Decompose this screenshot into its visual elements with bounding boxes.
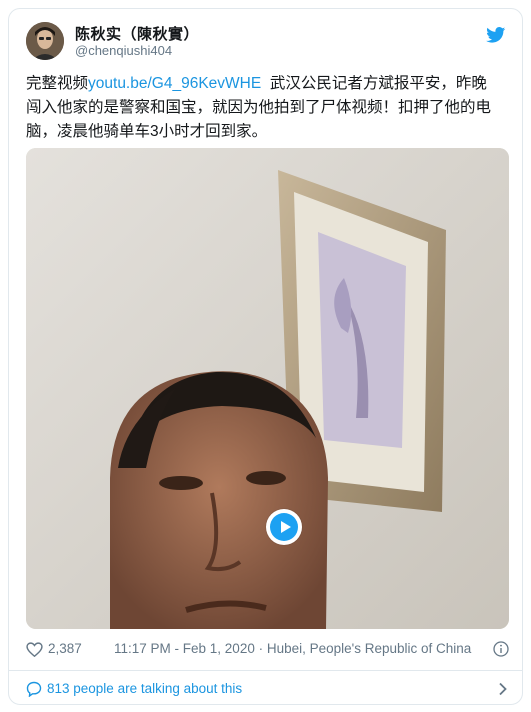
timestamp-location[interactable]: 11:17 PM - Feb 1, 2020 · Hubei, People's… <box>114 641 471 656</box>
tweet-text-line3: 脑，凌晨他骑单车3小时才回到家。 <box>26 123 268 140</box>
divider <box>9 670 522 671</box>
tweet-link[interactable]: youtu.be/G4_96KevWHE <box>88 75 261 92</box>
avatar[interactable] <box>26 22 64 60</box>
twitter-bird-icon[interactable] <box>486 27 506 43</box>
heart-icon[interactable] <box>26 642 43 660</box>
conversation-link[interactable]: 813 people are talking about this <box>26 679 510 701</box>
tweet-text-line2: 闯入他家的是警察和国宝，就因为他拍到了尸体视频！扣押了他的电 <box>26 99 492 116</box>
tweet-text: 完整视频youtu.be/G4_96KevWHE 武汉公民记者方斌报平安，昨晚 … <box>26 72 510 144</box>
video-frame-image <box>26 148 509 629</box>
tweet-meta-row: 2,387 11:17 PM - Feb 1, 2020 · Hubei, Pe… <box>26 640 510 660</box>
play-icon <box>270 513 298 541</box>
user-handle[interactable]: @chenqiushi404 <box>75 43 172 58</box>
video-thumbnail[interactable] <box>26 148 509 629</box>
tweet-card[interactable]: 陈秋实（陳秋實） @chenqiushi404 完整视频youtu.be/G4_… <box>8 8 523 705</box>
play-button[interactable] <box>266 509 302 545</box>
tweet-text-line1-rest: 武汉公民记者方斌报平安，昨晚 <box>261 75 487 92</box>
info-icon[interactable] <box>493 641 509 657</box>
display-name[interactable]: 陈秋实（陳秋實） <box>75 23 199 44</box>
speech-bubble-icon <box>26 681 42 700</box>
like-count[interactable]: 2,387 <box>48 641 82 656</box>
tweet-text-prefix: 完整视频 <box>26 75 89 92</box>
talking-count-label[interactable]: 813 people are talking about this <box>47 681 242 696</box>
chevron-right-icon[interactable] <box>498 682 508 699</box>
